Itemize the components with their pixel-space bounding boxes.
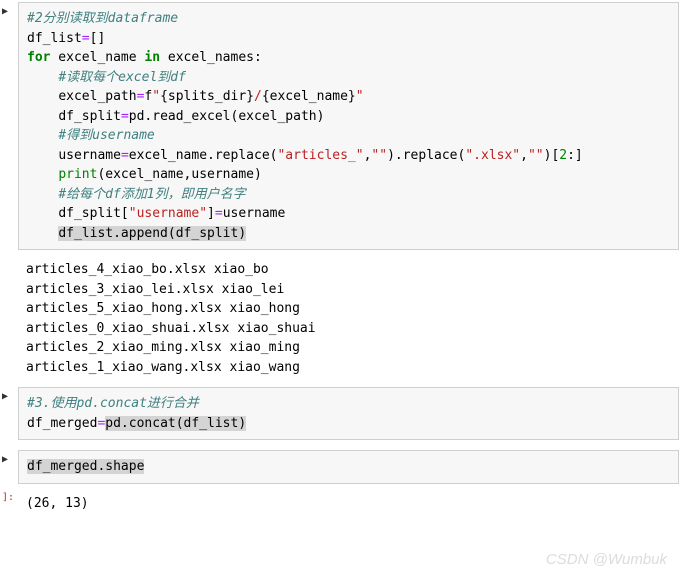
keyword-for: for	[27, 50, 50, 65]
string: "username"	[129, 206, 207, 221]
operator: =	[215, 206, 223, 221]
code-text: ]	[207, 206, 215, 221]
code-text: ).replace(	[387, 148, 465, 163]
code-text: df_split	[58, 109, 121, 124]
string: "articles_"	[277, 148, 363, 163]
watermark: CSDN @Wumbuk	[546, 551, 667, 568]
string: ""	[371, 148, 387, 163]
code-text: :]	[567, 148, 583, 163]
output-cell-1: articles_4_xiao_bo.xlsx xiao_bo articles…	[0, 252, 679, 385]
input-prompt: ▶	[0, 387, 18, 440]
comment: #得到username	[58, 128, 154, 143]
comment: #2分别读取到dataframe	[27, 11, 178, 26]
code-cell-3: ▶ df_merged.shape	[0, 448, 679, 486]
string: "	[152, 89, 160, 104]
code-text: (excel_name,username)	[97, 167, 261, 182]
operator: =	[121, 109, 129, 124]
output-prompt	[0, 254, 18, 383]
stdout-output: articles_4_xiao_bo.xlsx xiao_bo articles…	[18, 254, 679, 383]
string: ".xlsx"	[465, 148, 520, 163]
code-text: excel_names:	[160, 50, 262, 65]
code-text: excel_name.replace(	[129, 148, 278, 163]
code-input-3[interactable]: df_merged.shape	[18, 450, 679, 484]
code-text: ,	[520, 148, 528, 163]
code-text: {excel_name}	[262, 89, 356, 104]
number: 2	[559, 148, 567, 163]
code-text: pd.read_excel(excel_path)	[129, 109, 325, 124]
code-text: username	[58, 148, 121, 163]
highlighted-text: df_merged.shape	[27, 459, 144, 474]
code-text: excel_path	[58, 89, 136, 104]
string: ""	[528, 148, 544, 163]
highlighted-line: df_list.append(df_split)	[58, 226, 246, 241]
result-output: (26, 13)	[18, 488, 679, 520]
code-cell-1: ▶ #2分别读取到dataframe df_list=[] for excel_…	[0, 0, 679, 252]
code-text: )[	[544, 148, 560, 163]
highlighted-text: pd.concat(df_list)	[105, 416, 246, 431]
keyword-in: in	[144, 50, 160, 65]
code-text: username	[223, 206, 286, 221]
output-cell-3: ]: (26, 13)	[0, 486, 679, 522]
input-prompt: ▶	[0, 450, 18, 484]
comment: #3.使用pd.concat进行合并	[27, 396, 199, 411]
output-prompt: ]:	[0, 488, 18, 520]
code-cell-2: ▶ #3.使用pd.concat进行合并 df_merged=pd.concat…	[0, 385, 679, 442]
input-prompt: ▶	[0, 2, 18, 250]
code-text: df_list	[27, 31, 82, 46]
code-text: {splits_dir}	[160, 89, 254, 104]
code-text: df_split[	[58, 206, 128, 221]
operator: =	[121, 148, 129, 163]
code-text: df_merged	[27, 416, 97, 431]
operator: =	[82, 31, 90, 46]
comment: #读取每个excel到df	[58, 70, 186, 85]
comment: #给每个df添加1列，即用户名字	[58, 187, 245, 202]
string: /	[254, 89, 262, 104]
code-input-2[interactable]: #3.使用pd.concat进行合并 df_merged=pd.concat(d…	[18, 387, 679, 440]
code-text: excel_name	[50, 50, 144, 65]
string: "	[356, 89, 364, 104]
builtin-print: print	[58, 167, 97, 182]
code-input-1[interactable]: #2分别读取到dataframe df_list=[] for excel_na…	[18, 2, 679, 250]
code-text: []	[90, 31, 106, 46]
